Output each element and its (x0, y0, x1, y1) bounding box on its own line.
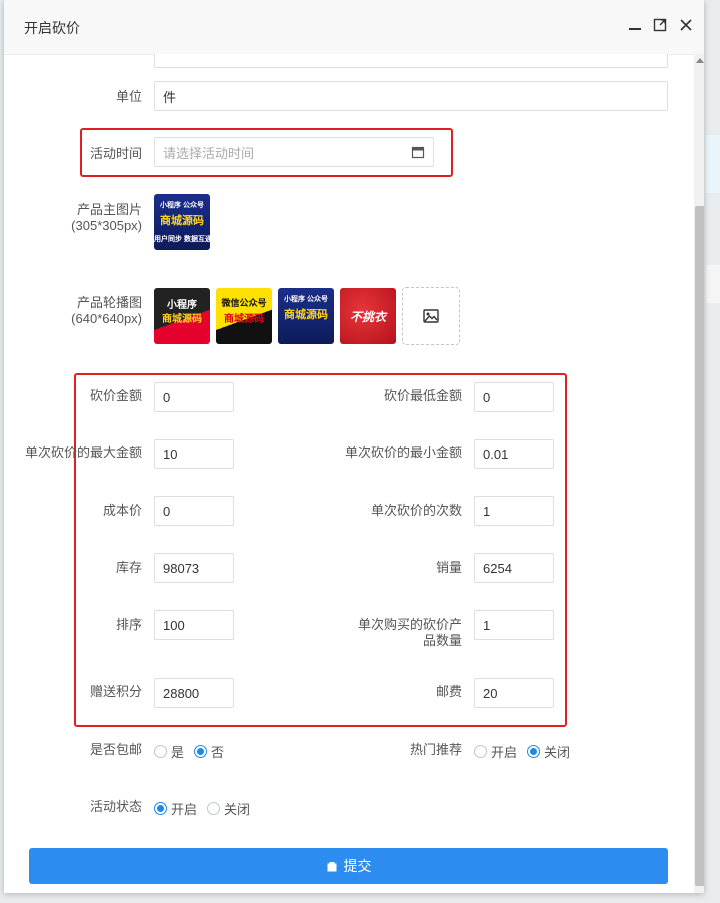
radio-icon (154, 745, 167, 758)
bargain-amount-label: 砍价金额 (89, 388, 142, 403)
hot-recommend-option-off-label: 关闭 (544, 745, 571, 760)
submit-icon (327, 862, 336, 872)
modal-header: 开启砍价 (4, 0, 704, 55)
scroll-up-arrow-icon[interactable] (696, 58, 704, 63)
free-shipping-option-yes-label: 是 (171, 745, 185, 760)
main-image-title: 商城源码 (160, 215, 204, 227)
free-shipping-option-no-label: 否 (211, 745, 225, 760)
radio-icon (474, 745, 487, 758)
close-icon (680, 19, 692, 31)
cost-price-label: 成本价 (102, 503, 142, 518)
submit-button-label: 提交 (343, 858, 372, 874)
carousel-image-2[interactable]: 微信公众号 商城源码 (216, 288, 272, 344)
background-row (706, 135, 720, 193)
activity-status-label: 活动状态 (89, 799, 142, 814)
image-upload-icon (423, 309, 439, 323)
maximize-button[interactable] (649, 14, 671, 36)
hot-recommend-option-on-label: 开启 (491, 745, 518, 760)
min-bargain-amount-input[interactable]: 0 (474, 382, 554, 412)
minimize-icon (629, 28, 641, 30)
carousel-image-2-top: 微信公众号 (221, 298, 267, 308)
sales-input[interactable]: 6254 (474, 553, 554, 583)
activity-time-placeholder: 请选择活动时间 (163, 145, 255, 161)
activity-status-option-on-label: 开启 (171, 802, 198, 817)
radio-icon (207, 802, 221, 815)
minimize-button[interactable] (624, 14, 646, 36)
radio-checked-icon (194, 745, 208, 758)
bargain-amount-input[interactable]: 0 (154, 382, 234, 412)
carousel-image-1-top: 小程序 (167, 300, 197, 311)
postage-input[interactable]: 20 (474, 678, 554, 708)
free-shipping-option-no[interactable]: 否 (194, 742, 224, 761)
hot-recommend-label: 热门推荐 (409, 742, 462, 757)
activity-status-option-on[interactable]: 开启 (154, 799, 197, 818)
main-image-subtitle: 用户同步 数据互通 (154, 236, 210, 243)
stock-input[interactable]: 98073 (154, 553, 234, 583)
purchase-qty-input[interactable]: 1 (474, 610, 554, 640)
activity-status-radio-group: 开启 关闭 (154, 799, 260, 818)
carousel-image-1-title: 商城源码 (162, 314, 202, 325)
background-row (706, 265, 720, 303)
carousel-size-hint: (640*640px) (71, 311, 142, 326)
carousel-image-3[interactable]: 小程序 公众号 商城源码 (278, 288, 334, 344)
carousel-image-3-top: 小程序 公众号 (284, 296, 328, 303)
free-shipping-label: 是否包邮 (89, 742, 142, 757)
max-single-bargain-label: 单次砍价的最大金额 (24, 445, 142, 460)
modal-body: 单位 件 活动时间 请选择活动时间 产品主图片 (305*305px) 小程序 … (4, 54, 694, 893)
main-image-badge: 小程序 公众号 (160, 202, 204, 209)
activity-status-option-off-label: 关闭 (224, 802, 251, 817)
bargain-times-input[interactable]: 1 (474, 496, 554, 526)
unit-label: 单位 (115, 89, 142, 104)
hot-recommend-option-on[interactable]: 开启 (474, 742, 517, 761)
hot-recommend-option-off[interactable]: 关闭 (527, 742, 570, 761)
bargain-times-label: 单次砍价的次数 (370, 503, 462, 518)
sales-label: 销量 (435, 560, 462, 575)
main-image-thumbnail[interactable]: 小程序 公众号 商城源码 用户同步 数据互通 (154, 194, 210, 250)
activity-time-label: 活动时间 (89, 146, 142, 161)
sort-input[interactable]: 100 (154, 610, 234, 640)
carousel-label-text: 产品轮播图 (76, 295, 142, 310)
carousel-image-3-title: 商城源码 (284, 309, 328, 321)
modal-title: 开启砍价 (24, 20, 80, 36)
previous-field-input[interactable] (154, 54, 668, 68)
calendar-icon (411, 146, 425, 159)
min-bargain-amount-label: 砍价最低金额 (383, 388, 462, 403)
radio-checked-icon (527, 745, 541, 758)
stock-label: 库存 (115, 560, 142, 575)
close-button[interactable] (675, 14, 697, 36)
min-single-bargain-label: 单次砍价的最小金额 (344, 445, 462, 460)
main-image-label: 产品主图片 (305*305px) (44, 202, 142, 234)
submit-button[interactable]: 提交 (29, 848, 668, 884)
carousel-image-4[interactable]: 不挑衣 (340, 288, 396, 344)
main-image-label-text: 产品主图片 (76, 202, 142, 217)
postage-label: 邮费 (435, 684, 462, 699)
carousel-image-1[interactable]: 小程序 商城源码 (154, 288, 210, 344)
unit-input[interactable]: 件 (154, 81, 668, 111)
gift-points-input[interactable]: 28800 (154, 678, 234, 708)
radio-checked-icon (154, 802, 167, 815)
sort-label: 排序 (115, 617, 142, 632)
min-single-bargain-input[interactable]: 0.01 (474, 439, 554, 469)
activity-time-picker[interactable]: 请选择活动时间 (154, 137, 434, 167)
carousel-label: 产品轮播图 (640*640px) (44, 295, 142, 327)
gift-points-label: 赠送积分 (89, 684, 142, 699)
main-image-size-hint: (305*305px) (71, 218, 142, 233)
cost-price-input[interactable]: 0 (154, 496, 234, 526)
upload-image-button[interactable] (402, 287, 460, 345)
maximize-icon (653, 18, 667, 32)
purchase-qty-label: 单次购买的砍价产品数量 (357, 617, 462, 648)
bargain-modal: 开启砍价 单位 件 活动时间 请选择活动时间 产品主图片 (305*305px) (4, 0, 704, 893)
hot-recommend-radio-group: 开启 关闭 (474, 742, 580, 761)
scrollbar-thumb[interactable] (695, 206, 704, 886)
free-shipping-option-yes[interactable]: 是 (154, 742, 184, 761)
max-single-bargain-input[interactable]: 10 (154, 439, 234, 469)
scrollbar[interactable] (694, 54, 704, 893)
activity-status-option-off[interactable]: 关闭 (207, 799, 250, 818)
carousel-image-4-title: 不挑衣 (349, 310, 386, 324)
free-shipping-radio-group: 是 否 (154, 742, 234, 761)
carousel-image-2-title: 商城源码 (224, 314, 264, 325)
highlight-box-pricing (74, 373, 567, 727)
